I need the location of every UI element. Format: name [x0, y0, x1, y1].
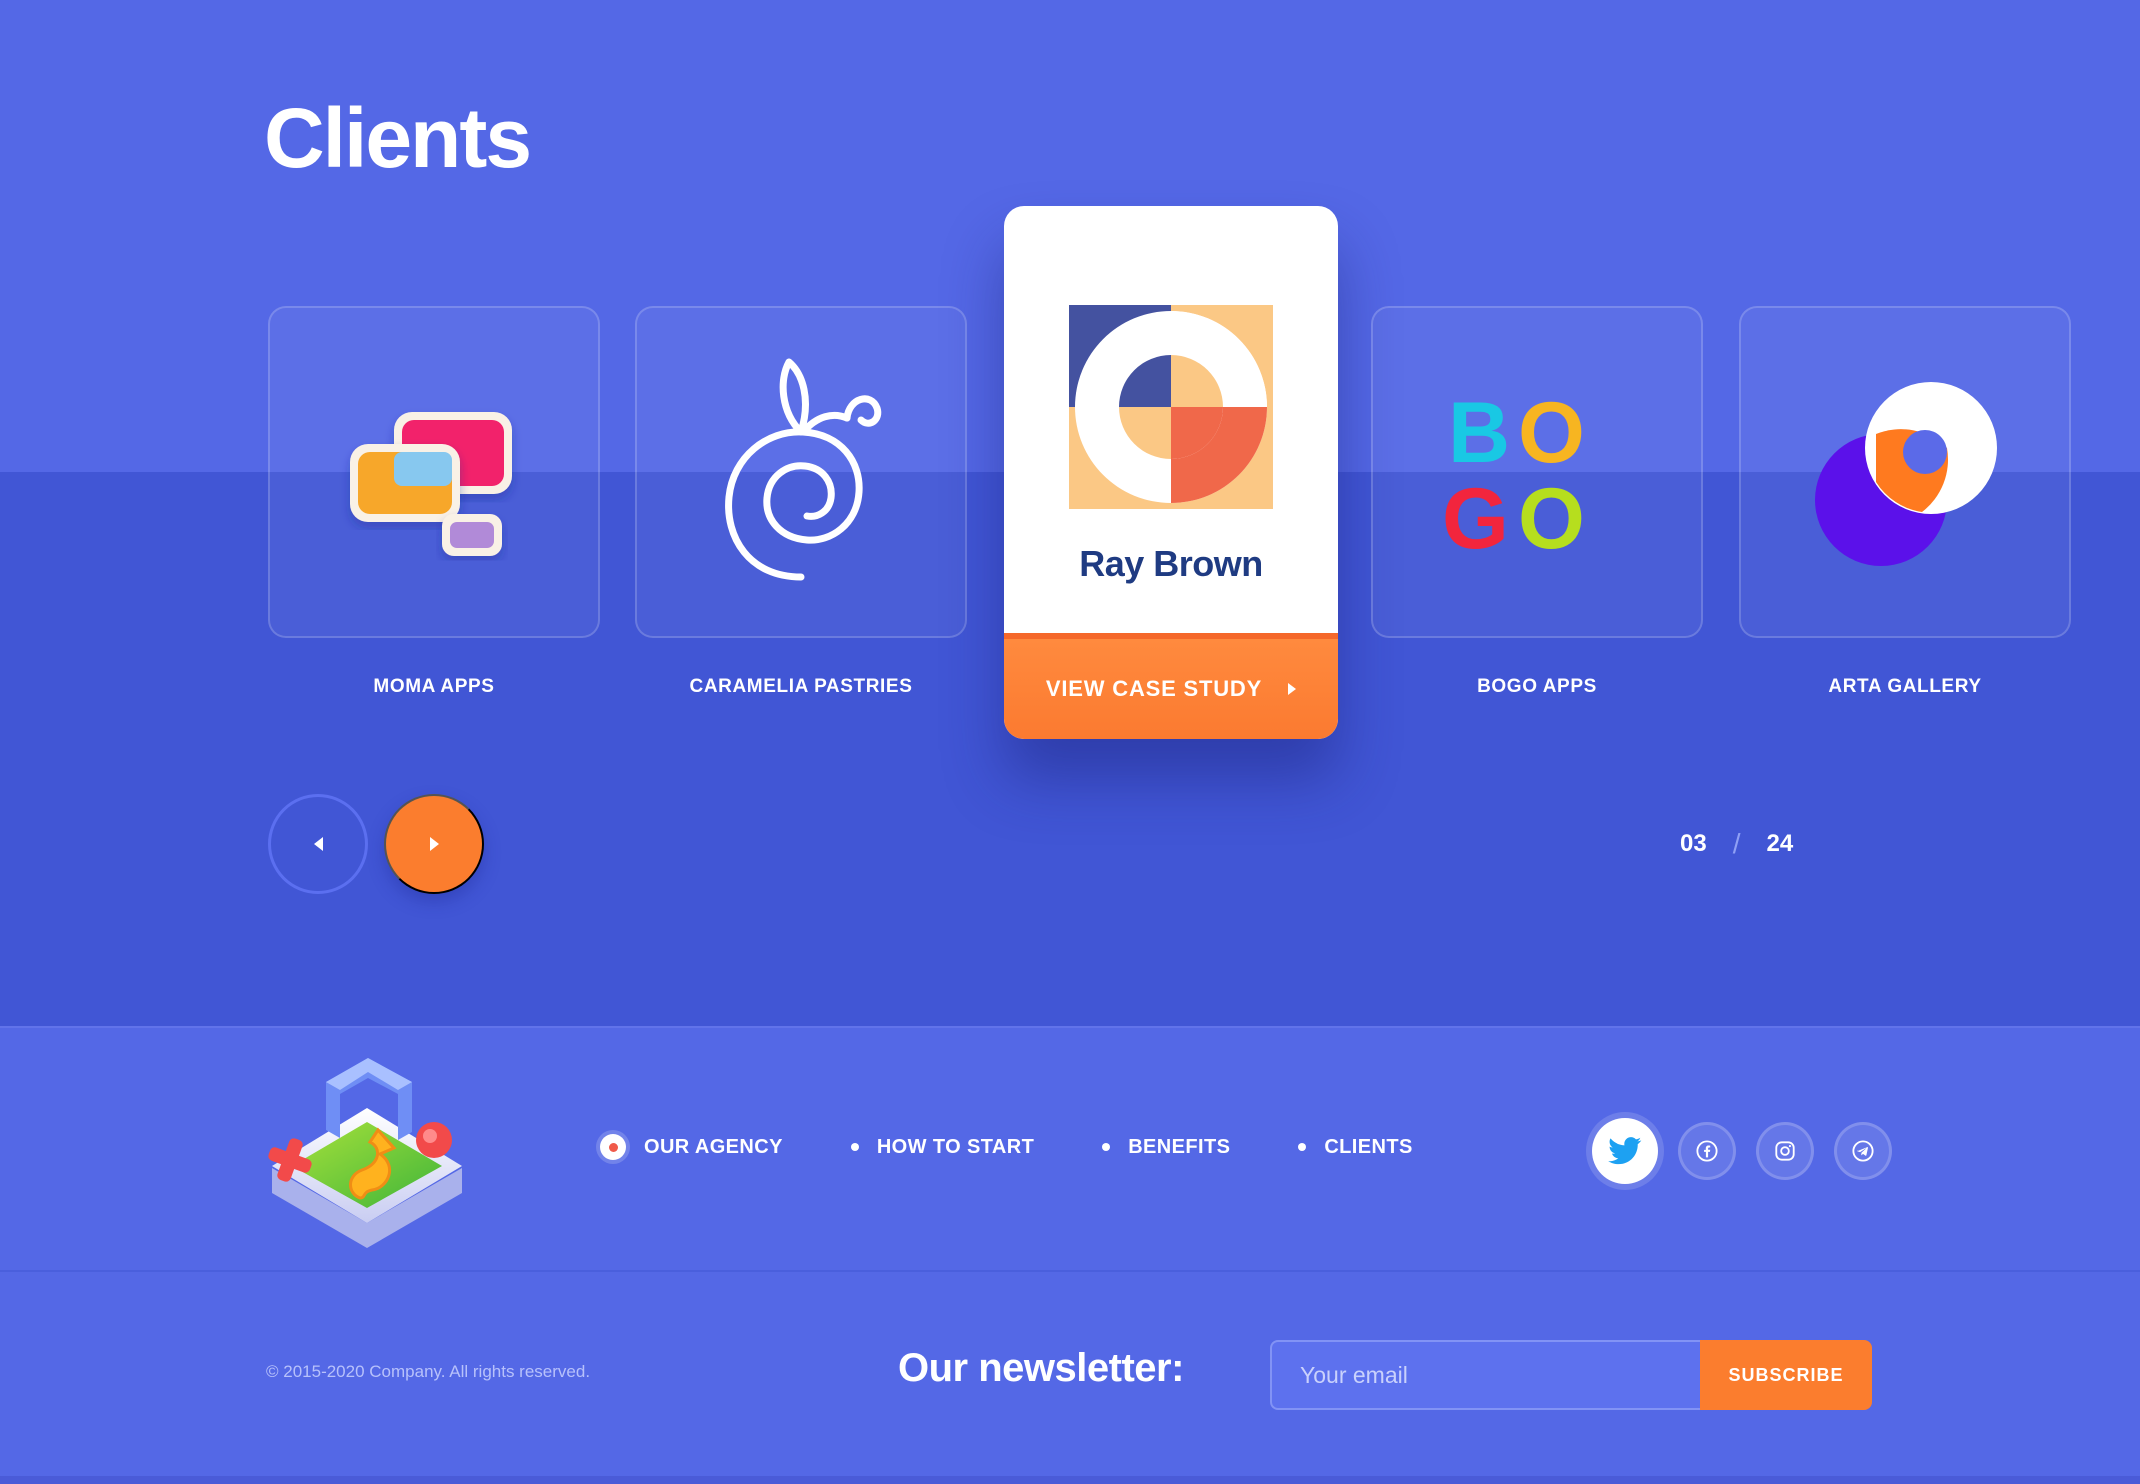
footer-link-our-agency[interactable]: OUR AGENCY [600, 1134, 783, 1160]
client-card-moma-apps[interactable] [268, 306, 600, 638]
bullet-dot-icon [1298, 1143, 1307, 1151]
page-title: Clients [264, 91, 532, 185]
facebook-icon[interactable] [1678, 1122, 1736, 1180]
footer-menu: OUR AGENCY HOW TO START BENEFITS CLIENTS [600, 1134, 1481, 1160]
moma-apps-logo [350, 412, 512, 556]
client-card-arta-gallery[interactable] [1739, 306, 2071, 638]
bullet-dot-icon [850, 1143, 859, 1151]
client-label-caramelia-pastries: CARAMELIA PASTRIES [689, 676, 913, 697]
copyright-text: © 2015-2020 Company. All rights reserved… [266, 1362, 591, 1381]
counter-separator: / [1732, 828, 1741, 859]
email-input[interactable] [1270, 1340, 1700, 1410]
active-dot-icon [600, 1134, 626, 1160]
footer-link-label: CLIENTS [1324, 1135, 1413, 1158]
featured-client-name: Ray Brown [1079, 543, 1263, 584]
instagram-icon[interactable] [1756, 1122, 1814, 1180]
twitter-icon[interactable] [1592, 1118, 1658, 1184]
client-label-moma-apps: MOMA APPS [373, 676, 495, 697]
client-card-caramelia-pastries[interactable] [635, 306, 967, 638]
svg-text:O: O [1518, 385, 1585, 481]
current-slide: 03 [1680, 830, 1707, 857]
chevron-right-icon [429, 837, 439, 851]
chevron-left-icon [313, 837, 323, 851]
arta-gallery-logo [1815, 382, 1997, 566]
svg-text:G: G [1442, 471, 1509, 562]
footer-link-how-to-start[interactable]: HOW TO START [850, 1135, 1035, 1159]
footer-link-label: BENEFITS [1128, 1135, 1231, 1158]
svg-text:B: B [1448, 385, 1510, 481]
bogo-apps-logo: B O G O [1442, 385, 1585, 562]
newsletter-title: Our newsletter: [898, 1346, 1184, 1390]
svg-text:O: O [1518, 471, 1585, 562]
featured-client-card[interactable]: Ray Brown VIEW CASE STUDY [1004, 206, 1338, 739]
social-links [1592, 1118, 1892, 1184]
next-slide-button[interactable] [384, 794, 484, 894]
telegram-icon[interactable] [1834, 1122, 1892, 1180]
bullet-dot-icon [1102, 1143, 1111, 1151]
company-logo [268, 1058, 462, 1248]
footer-link-label: OUR AGENCY [644, 1135, 783, 1158]
view-case-study-label: VIEW CASE STUDY [1045, 676, 1263, 701]
subscribe-button[interactable]: SUBSCRIBE [1700, 1340, 1872, 1410]
client-card-bogo-apps[interactable]: B O G O [1371, 306, 1703, 638]
total-slides: 24 [1766, 830, 1794, 857]
bottom-edge [0, 1476, 2140, 1484]
client-label-bogo-apps: BOGO APPS [1477, 676, 1597, 697]
footer-link-benefits[interactable]: BENEFITS [1102, 1136, 1230, 1159]
view-case-study-button[interactable]: VIEW CASE STUDY [1004, 633, 1338, 739]
footer-divider [0, 1270, 2140, 1272]
client-label-arta-gallery: ARTA GALLERY [1828, 676, 1982, 697]
footer-link-clients[interactable]: CLIENTS [1298, 1136, 1412, 1159]
previous-slide-button[interactable] [268, 794, 368, 894]
chevron-right-icon [1288, 683, 1297, 695]
caramelia-logo [725, 358, 882, 581]
footer-link-label: HOW TO START [876, 1135, 1035, 1158]
ray-brown-logo [1069, 305, 1273, 509]
slide-counter: 03 / 24 [1680, 828, 1793, 860]
